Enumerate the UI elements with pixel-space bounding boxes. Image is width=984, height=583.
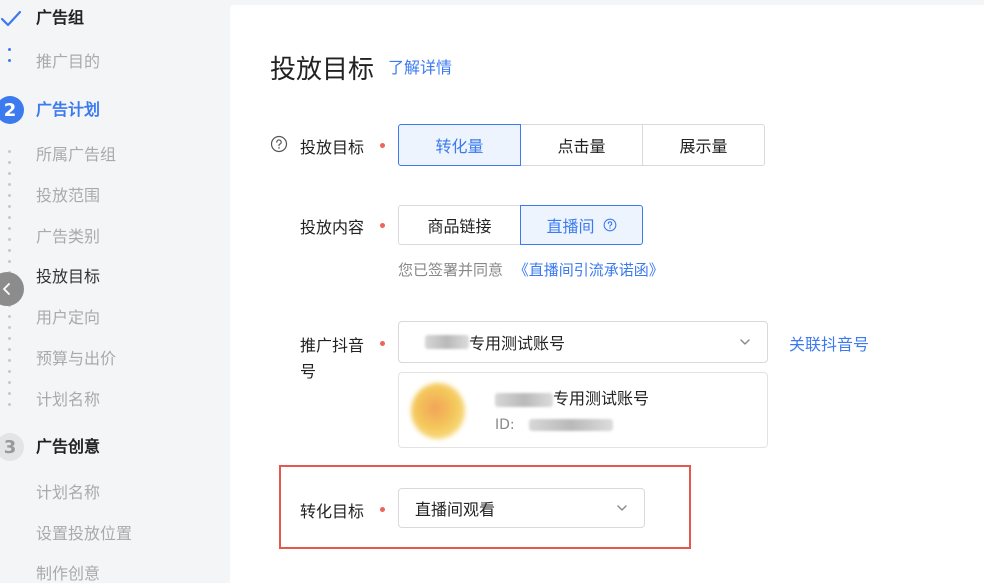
collapse-sidebar-button[interactable] <box>0 272 24 306</box>
help-icon[interactable] <box>270 135 288 153</box>
sidebar-item-label: 所属广告组 <box>36 145 117 164</box>
account-select-value: 专用测试账号 <box>469 334 566 353</box>
chevron-down-icon <box>740 339 750 345</box>
required-mark <box>380 341 385 346</box>
step-label: 广告创意 <box>36 437 101 456</box>
goal-option-impressions[interactable]: 展示量 <box>642 124 765 166</box>
sidebar-item-label: 计划名称 <box>36 390 101 409</box>
learn-more-link[interactable]: 了解详情 <box>388 54 452 78</box>
goal-segmented-control: 转化量 点击量 展示量 <box>398 124 765 166</box>
required-mark <box>380 507 385 512</box>
redacted-name-prefix <box>495 392 553 407</box>
sidebar-item-label: 预算与出价 <box>36 349 117 368</box>
goal-settings-card: 投放目标 了解详情 投放目标 转化量 点击量 展示量 投放内容 商品链接 直播间… <box>230 5 984 583</box>
sidebar-item-label: 计划名称 <box>36 483 101 502</box>
step-label: 广告计划 <box>36 100 101 119</box>
conversion-goal-select[interactable]: 直播间观看 <box>398 488 645 528</box>
check-icon <box>0 10 22 27</box>
required-mark <box>380 223 385 228</box>
conversion-field-label: 转化目标 <box>300 502 365 521</box>
sidebar-item-label: 制作创意 <box>36 564 101 583</box>
avatar <box>411 383 465 439</box>
help-icon[interactable] <box>603 218 617 232</box>
sidebar-item-label: 用户定向 <box>36 308 101 327</box>
sidebar-item-label: 投放目标 <box>36 267 101 286</box>
agreement-note: 您已签署并同意 《直播间引流承诺函》 <box>398 259 664 280</box>
chevron-down-icon <box>617 505 627 511</box>
conversion-goal-value: 直播间观看 <box>415 500 496 519</box>
redacted-account-id <box>529 419 614 431</box>
account-id-label: ID: <box>495 417 515 433</box>
chevron-left-icon <box>3 283 10 295</box>
steps-sidebar: 广告组 推广目的 2 广告计划 所属广告组 投放范围 广告类别 投放目标 用户定… <box>0 0 212 583</box>
goal-option-clicks[interactable]: 点击量 <box>520 124 643 166</box>
sidebar-item-label: 投放范围 <box>36 186 101 205</box>
account-name: 专用测试账号 <box>495 385 649 409</box>
account-select[interactable]: 专用测试账号 <box>398 321 768 363</box>
redacted-account-prefix <box>425 335 469 349</box>
account-info-card: 专用测试账号 ID: <box>398 372 768 448</box>
sidebar-item-label: 广告类别 <box>36 227 101 246</box>
step-connector <box>8 48 11 70</box>
content-option-product-link[interactable]: 商品链接 <box>398 205 521 245</box>
live-room-label: 直播间 <box>546 217 595 236</box>
account-name-text: 专用测试账号 <box>553 389 650 408</box>
step-label: 广告组 <box>36 8 85 27</box>
goal-option-conversion[interactable]: 转化量 <box>398 124 521 166</box>
step-number-badge: 2 <box>0 96 24 124</box>
sidebar-item-label: 设置投放位置 <box>36 524 133 543</box>
content-field-label: 投放内容 <box>300 218 365 237</box>
account-field-label: 推广抖音 <box>300 336 365 355</box>
account-id: ID: <box>495 417 614 433</box>
required-mark <box>380 143 385 148</box>
content-segmented-control: 商品链接 直播间 <box>398 205 643 245</box>
sidebar-item-label: 推广目的 <box>36 52 101 71</box>
agreement-link[interactable]: 《直播间引流承诺函》 <box>514 261 664 279</box>
step-number-badge: 3 <box>0 433 24 461</box>
agreement-prefix: 您已签署并同意 <box>398 261 504 279</box>
content-option-live-room[interactable]: 直播间 <box>520 205 643 245</box>
link-douyin-account-button[interactable]: 关联抖音号 <box>789 331 869 355</box>
goal-field-label: 投放目标 <box>300 138 365 157</box>
page-title: 投放目标 <box>270 55 375 85</box>
account-field-label-wrap: 号 <box>300 362 317 381</box>
